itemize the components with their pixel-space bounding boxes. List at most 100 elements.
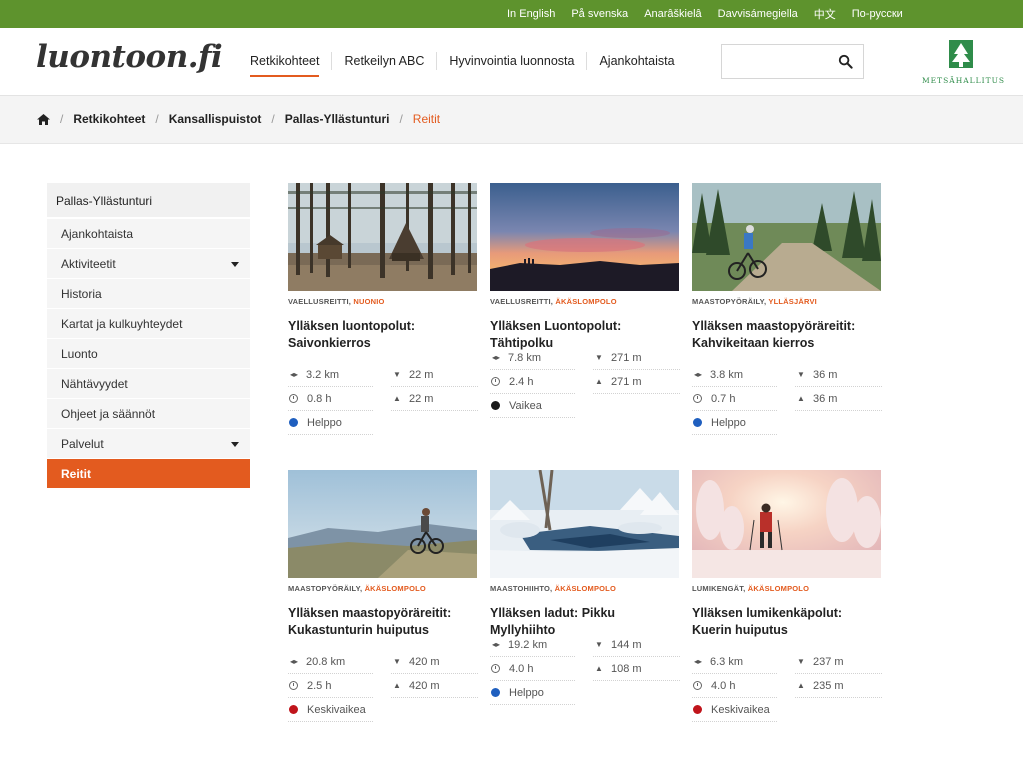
language-bar: In English På svenska Anarâškielâ Davvis… (0, 0, 1023, 28)
route-photo[interactable] (692, 470, 881, 578)
metsahallitus-wordmark: METSÄHALLITUS (922, 76, 1006, 85)
descent-icon: ▼ (595, 640, 603, 650)
stat-difficulty: Vaikea (490, 394, 575, 418)
breadcrumb-separator: / (399, 112, 403, 126)
sidebar-item-ajankohtaista[interactable]: Ajankohtaista (47, 219, 250, 249)
metsahallitus-logo[interactable]: METSÄHALLITUS (922, 40, 1006, 85)
clock-icon (693, 680, 702, 690)
route-difficulty: Keskivaikea (307, 704, 366, 716)
stat-duration: 4.0 h (692, 674, 777, 698)
sidebar-item-kartat[interactable]: Kartat ja kulkuyhteydet (47, 309, 250, 339)
clock-icon (491, 663, 500, 673)
route-descent: 36 m (813, 369, 838, 381)
route-photo[interactable] (490, 470, 679, 578)
sidebar-title[interactable]: Pallas-Yllästunturi (47, 183, 250, 219)
search-box (721, 44, 864, 79)
lang-chinese-link[interactable]: 中文 (814, 6, 836, 22)
route-category: MAASTOHIIHTO (490, 584, 551, 593)
sidebar-item-historia[interactable]: Historia (47, 279, 250, 309)
breadcrumb-pallas-yllastunturi[interactable]: Pallas-Yllästunturi (285, 112, 390, 126)
clock-icon (491, 376, 500, 386)
lang-english-link[interactable]: In English (507, 8, 555, 20)
distance-icon: ◂▸ (491, 640, 501, 650)
stat-difficulty: Helppo (692, 411, 777, 435)
stat-descent: ▼ 237 m (795, 650, 882, 674)
route-photo[interactable] (692, 183, 881, 291)
route-location[interactable]: YLLÄSJÄRVI (768, 297, 817, 306)
route-photo[interactable] (490, 183, 679, 291)
route-card: MAASTOPYÖRÄILY, YLLÄSJÄRVI Ylläksen maas… (692, 183, 882, 435)
ascent-icon: ▲ (797, 681, 805, 691)
lang-russian-link[interactable]: По-русски (852, 8, 903, 20)
clock-icon (693, 393, 702, 403)
site-header: luontoon.fi Retkikohteet Retkeilyn ABC H… (0, 28, 1023, 96)
sidebar-item-ohjeet[interactable]: Ohjeet ja säännöt (47, 399, 250, 429)
route-descent: 237 m (813, 656, 844, 668)
route-ascent: 420 m (409, 680, 440, 692)
route-location[interactable]: ÄKÄSLOMPOLO (748, 584, 809, 593)
stat-distance: ◂▸ 20.8 km (288, 650, 373, 674)
route-duration: 2.4 h (509, 376, 534, 388)
difficulty-dot-icon (693, 704, 702, 714)
sidebar-item-palvelut[interactable]: Palvelut (47, 429, 250, 459)
stat-difficulty: Keskivaikea (692, 698, 777, 722)
route-ascent: 271 m (611, 376, 642, 388)
sidebar-item-nahtavyydet[interactable]: Nähtävyydet (47, 369, 250, 399)
sidebar-item-label: Historia (61, 287, 102, 301)
site-logo[interactable]: luontoon.fi (36, 39, 223, 75)
lang-inari-sami-link[interactable]: Anarâškielâ (644, 8, 701, 20)
nav-retkeilyn-abc[interactable]: Retkeilyn ABC (331, 52, 436, 70)
route-descent: 271 m (611, 352, 642, 364)
route-category: LUMIKENGÄT (692, 584, 744, 593)
distance-icon: ◂▸ (289, 370, 299, 380)
route-location[interactable]: ÄKÄSLOMPOLO (555, 297, 616, 306)
stat-descent: ▼ 22 m (391, 363, 478, 387)
chevron-down-icon[interactable] (231, 262, 239, 267)
stat-ascent: ▲ 420 m (391, 674, 478, 698)
route-duration: 0.8 h (307, 393, 332, 405)
stat-descent: ▼ 420 m (391, 650, 478, 674)
route-category: VAELLUSREITTI (490, 297, 551, 306)
home-icon[interactable] (37, 113, 50, 125)
route-photo[interactable] (288, 470, 477, 578)
stat-difficulty: Helppo (490, 681, 575, 705)
stat-distance: ◂▸ 3.8 km (692, 363, 777, 387)
lang-swedish-link[interactable]: På svenska (571, 8, 628, 20)
nav-hyvinvointia[interactable]: Hyvinvointia luonnosta (436, 52, 586, 70)
ascent-icon: ▲ (595, 377, 603, 387)
route-tags: MAASTOPYÖRÄILY, YLLÄSJÄRVI (692, 296, 882, 308)
route-title[interactable]: Ylläksen lumikenkäpolut: Kuerin huiputus (692, 605, 882, 639)
lang-north-sami-link[interactable]: Davvisámegiella (718, 8, 798, 20)
breadcrumb-separator: / (271, 112, 275, 126)
route-tags: VAELLUSREITTI, NUONIO (288, 296, 478, 308)
clock-icon (289, 680, 298, 690)
route-distance: 19.2 km (508, 639, 548, 651)
sidebar-item-label: Ajankohtaista (61, 227, 134, 241)
route-location[interactable]: ÄKÄSLOMPOLO (365, 584, 426, 593)
route-title[interactable]: Ylläksen maastopyöräreitit: Kahvikeitaan… (692, 318, 882, 352)
descent-icon: ▼ (393, 657, 401, 667)
route-location[interactable]: NUONIO (353, 297, 384, 306)
route-duration: 4.0 h (509, 663, 534, 675)
route-title[interactable]: Ylläksen luontopolut: Saivonkierros (288, 318, 478, 352)
search-input[interactable] (722, 45, 832, 78)
search-icon[interactable] (838, 54, 853, 69)
route-title[interactable]: Ylläksen maastopyöräreitit: Kukastunturi… (288, 605, 478, 639)
ascent-icon: ▲ (393, 681, 401, 691)
nav-ajankohtaista[interactable]: Ajankohtaista (586, 52, 686, 70)
nav-retkikohteet[interactable]: Retkikohteet (238, 52, 331, 77)
route-tags: MAASTOHIIHTO, ÄKÄSLOMPOLO (490, 583, 680, 595)
sidebar-item-aktiviteetit[interactable]: Aktiviteetit (47, 249, 250, 279)
descent-icon: ▼ (393, 370, 401, 380)
breadcrumb-kansallispuistot[interactable]: Kansallispuistot (169, 112, 262, 126)
route-location[interactable]: ÄKÄSLOMPOLO (555, 584, 616, 593)
route-card: MAASTOPYÖRÄILY, ÄKÄSLOMPOLO Ylläksen maa… (288, 470, 478, 722)
sidebar-item-label: Kartat ja kulkuyhteydet (61, 317, 183, 331)
chevron-down-icon[interactable] (231, 442, 239, 447)
breadcrumb-retkikohteet[interactable]: Retkikohteet (73, 112, 145, 126)
route-photo[interactable] (288, 183, 477, 291)
sidebar-item-luonto[interactable]: Luonto (47, 339, 250, 369)
sidebar-item-reitit[interactable]: Reitit (47, 459, 250, 489)
distance-icon: ◂▸ (491, 353, 501, 363)
language-list: In English På svenska Anarâškielâ Davvis… (507, 0, 919, 28)
